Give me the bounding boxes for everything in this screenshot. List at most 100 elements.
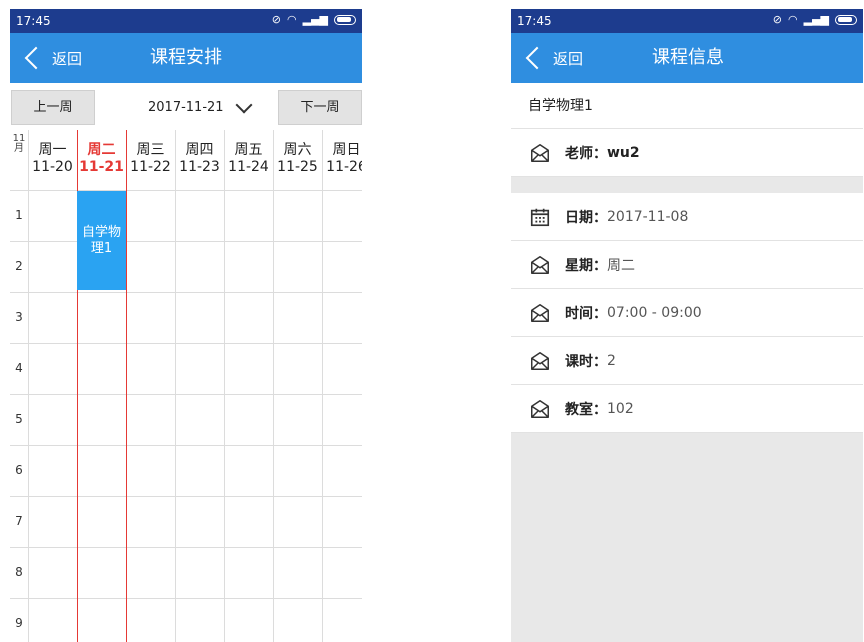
detail-row: 星期： 周二 xyxy=(511,241,863,289)
period-number: 7 xyxy=(15,514,23,528)
detail-label: 星期： xyxy=(565,257,607,274)
nav-bar: 返回 课程信息 xyxy=(511,33,863,83)
day-name: 周日 xyxy=(332,142,361,158)
detail-row: 教室： 102 xyxy=(511,385,863,433)
battery-icon xyxy=(334,15,356,25)
next-week-button[interactable]: 下一周 xyxy=(278,90,362,125)
detail-row: 日期： 2017-11-08 xyxy=(511,193,863,241)
period-number: 3 xyxy=(15,310,23,324)
day-date: 11-21 xyxy=(79,159,124,175)
grid-row-line xyxy=(10,496,362,497)
period-number: 6 xyxy=(15,463,23,477)
prev-week-button[interactable]: 上一周 xyxy=(11,90,95,125)
back-button[interactable]: 返回 xyxy=(523,33,583,83)
teacher-icon xyxy=(531,143,549,162)
day-header: 周一 11-20 xyxy=(28,142,77,176)
detail-value: 07:00 - 09:00 xyxy=(607,304,702,321)
day-name: 周三 xyxy=(136,142,165,158)
day-header: 周二 11-21 xyxy=(77,142,126,176)
page-title: 课程安排 xyxy=(150,47,222,68)
grid-row-line xyxy=(10,190,362,191)
grid-column-line xyxy=(28,130,29,642)
day-name: 周五 xyxy=(234,142,263,158)
grid-row-line xyxy=(10,343,362,344)
day-date: 11-24 xyxy=(228,159,269,175)
day-date: 11-22 xyxy=(130,159,171,175)
grid-column-line xyxy=(224,130,225,642)
grid-column-line xyxy=(175,130,176,642)
chevron-left-icon xyxy=(525,46,549,70)
teacher-icon xyxy=(531,255,549,274)
week-toolbar: 上一周 2017-11-21 下一周 xyxy=(10,83,362,131)
day-date: 11-25 xyxy=(277,159,318,175)
teacher-icon xyxy=(531,399,549,418)
day-header: 周六 11-25 xyxy=(273,142,322,176)
section-divider xyxy=(511,177,863,193)
day-header: 周四 11-23 xyxy=(175,142,224,176)
teacher-row: 老师： wu2 xyxy=(511,129,863,177)
grid-column-line xyxy=(273,130,274,642)
period-number: 9 xyxy=(15,616,23,630)
selected-date: 2017-11-21 xyxy=(148,100,224,115)
grid-row-line xyxy=(10,547,362,548)
day-name: 周六 xyxy=(283,142,312,158)
teacher-value: wu2 xyxy=(607,144,640,161)
status-time: 17:45 xyxy=(517,14,552,28)
date-picker[interactable]: 2017-11-21 xyxy=(148,90,253,125)
detail-value: 周二 xyxy=(607,257,635,274)
details-list: 日期： 2017-11-08 星期： 周二 时间： 07:00 - 09:00 课时： 2 教室… xyxy=(511,193,863,433)
alarm-icon: ⊘ xyxy=(271,13,281,26)
detail-value: 2017-11-08 xyxy=(607,208,689,225)
status-time: 17:45 xyxy=(16,14,51,28)
period-number: 8 xyxy=(15,565,23,579)
battery-icon xyxy=(835,15,857,25)
month-label: 11 月 xyxy=(12,133,26,154)
chevron-down-icon xyxy=(235,96,253,113)
period-number: 1 xyxy=(15,208,23,222)
today-marker-line xyxy=(126,130,127,642)
signal-icon: ▂▄▆ xyxy=(803,13,829,26)
schedule-grid: 11 月 周一 11-20 周二 11-21 周三 11-22 周四 11-23 周五 11-24 周… xyxy=(10,130,362,642)
day-name: 周一 xyxy=(38,142,67,158)
detail-value: 102 xyxy=(607,400,634,417)
detail-row: 时间： 07:00 - 09:00 xyxy=(511,289,863,337)
course-block[interactable]: 自学物理1 xyxy=(77,191,126,290)
day-date: 11-26 xyxy=(326,159,362,175)
alarm-icon: ⊘ xyxy=(772,13,782,26)
course-info: 自学物理1 老师： wu2 日期： 2017-11-08 星期： 周二 时间： 07:00… xyxy=(511,83,863,433)
detail-value: 2 xyxy=(607,352,616,369)
day-header: 周五 11-24 xyxy=(224,142,273,176)
calendar-icon xyxy=(530,208,550,226)
teacher-label: 老师： xyxy=(565,145,607,162)
grid-row-line xyxy=(10,394,362,395)
grid-row-line xyxy=(10,445,362,446)
teacher-icon xyxy=(531,303,549,322)
day-date: 11-23 xyxy=(179,159,220,175)
detail-label: 日期： xyxy=(565,209,607,226)
day-name: 周四 xyxy=(185,142,214,158)
grid-row-line xyxy=(10,241,362,242)
period-number: 2 xyxy=(15,259,23,273)
detail-row: 课时： 2 xyxy=(511,337,863,385)
back-label: 返回 xyxy=(553,49,584,68)
grid-row-line xyxy=(10,292,362,293)
detail-label: 课时： xyxy=(565,353,607,370)
detail-label: 教室： xyxy=(565,401,607,418)
day-header: 周日11-26 xyxy=(322,142,362,176)
grid-column-line xyxy=(322,130,323,642)
detail-label: 时间： xyxy=(565,305,607,322)
status-bar: 17:45 ⊘ ◠ ▂▄▆ xyxy=(511,9,863,33)
page-title: 课程信息 xyxy=(652,47,724,68)
teacher-icon xyxy=(531,351,549,370)
period-number: 4 xyxy=(15,361,23,375)
signal-icon: ▂▄▆ xyxy=(302,13,328,26)
schedule-screen: 17:45 ⊘ ◠ ▂▄▆ 返回 课程安排 上一周 2017-11-21 下一周… xyxy=(10,9,362,642)
grid-row-line xyxy=(10,598,362,599)
wifi-icon: ◠ xyxy=(788,13,798,26)
day-header: 周三 11-22 xyxy=(126,142,175,176)
wifi-icon: ◠ xyxy=(287,13,297,26)
period-number: 5 xyxy=(15,412,23,426)
status-bar: 17:45 ⊘ ◠ ▂▄▆ xyxy=(10,9,362,33)
nav-bar: 返回 课程安排 xyxy=(10,33,362,83)
day-date: 11-20 xyxy=(32,159,73,175)
